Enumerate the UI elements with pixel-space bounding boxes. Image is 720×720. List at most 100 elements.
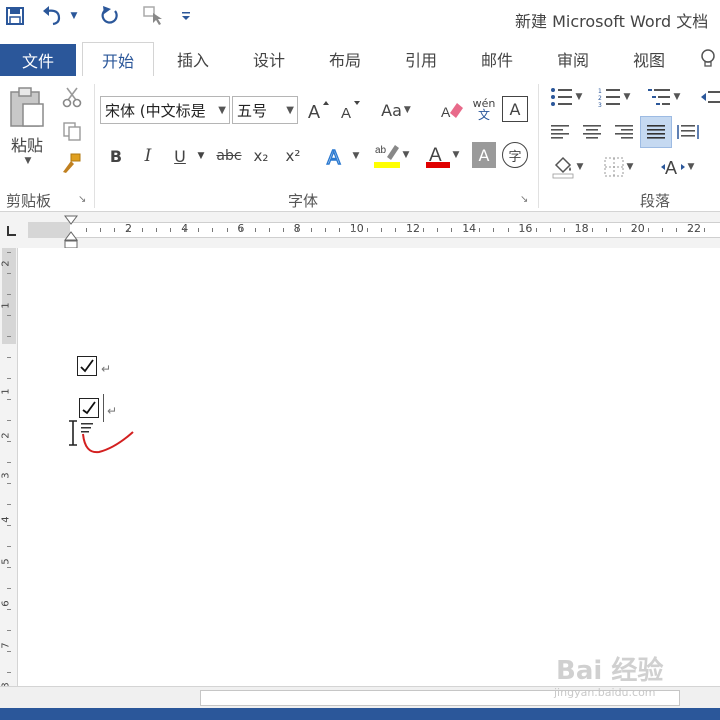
tab-review[interactable]: 审阅 — [542, 42, 604, 76]
tab-mailings[interactable]: 邮件 — [466, 42, 528, 76]
annotation-checkmark-icon — [82, 431, 134, 454]
checkbox-2[interactable] — [79, 398, 99, 418]
customize-quick-access-button[interactable] — [176, 2, 196, 30]
ruler-tick — [282, 228, 284, 232]
font-name-combo[interactable]: 宋体 (中文标是 ▼ — [100, 96, 230, 124]
numbering-button[interactable]: 1 2 3 ▼ — [594, 84, 634, 110]
character-border-button[interactable]: A — [502, 96, 528, 122]
checkbox-1[interactable] — [77, 356, 97, 376]
align-left-icon — [551, 125, 569, 139]
font-color-button[interactable]: A ▼ — [420, 140, 464, 170]
tab-selector[interactable] — [2, 222, 20, 240]
highlight-button[interactable]: ab ▼ — [368, 140, 414, 170]
align-center-button[interactable] — [578, 118, 606, 146]
distributed-icon — [677, 125, 699, 139]
touch-mode-button[interactable] — [138, 2, 168, 30]
grow-font-button[interactable]: A — [304, 96, 332, 124]
shading-button[interactable]: ▼ — [546, 152, 588, 182]
character-shading-button[interactable]: A — [472, 142, 496, 168]
italic-button[interactable]: I — [136, 142, 160, 170]
align-right-icon — [615, 125, 633, 139]
undo-button[interactable] — [38, 2, 68, 30]
text-effects-icon: A — [326, 146, 341, 168]
borders-button[interactable]: ▼ — [596, 152, 640, 182]
decrease-indent-button[interactable] — [700, 84, 720, 110]
tab-references[interactable]: 引用 — [390, 42, 452, 76]
clear-formatting-button[interactable]: A — [438, 96, 466, 124]
ruler-tick — [128, 228, 130, 232]
paste-label: 粘贴 — [10, 136, 43, 155]
copy-button[interactable] — [58, 118, 86, 144]
vruler-tick — [7, 609, 11, 610]
ruler-tick — [310, 228, 312, 232]
svg-text:A: A — [341, 105, 351, 121]
indent-marker-icon — [64, 215, 78, 249]
text-cursor — [103, 394, 104, 422]
subscript-button[interactable]: x₂ — [248, 142, 274, 170]
format-painter-button[interactable] — [58, 150, 86, 176]
vruler-tick — [7, 525, 11, 526]
justify-button[interactable] — [640, 116, 672, 148]
font-size-combo[interactable]: 五号 ▼ — [232, 96, 298, 124]
tab-home[interactable]: 开始 — [82, 42, 154, 76]
ribbon: 粘贴 ▼ 剪贴板 ↘ 宋体 (中文标是 ▼ 五号 ▼ A A Aa ▼ A wé… — [0, 76, 720, 212]
distributed-button[interactable] — [674, 118, 702, 146]
align-left-button[interactable] — [546, 118, 574, 146]
horizontal-ruler[interactable]: 246810121416182022 — [0, 212, 720, 250]
svg-text:1: 1 — [598, 88, 602, 95]
ruler-tick — [170, 228, 172, 232]
multilevel-list-icon — [647, 89, 670, 105]
underline-dropdown[interactable]: ▼ — [194, 142, 208, 170]
tell-me-button[interactable] — [696, 42, 720, 76]
enclose-characters-button[interactable]: 字 — [502, 142, 528, 168]
superscript-button[interactable]: x² — [280, 142, 306, 170]
chevron-down-icon: ▼ — [402, 150, 410, 160]
paste-button[interactable]: 粘贴 ▼ — [4, 86, 50, 166]
tab-insert[interactable]: 插入 — [162, 42, 224, 76]
cut-button[interactable] — [58, 84, 86, 110]
tab-layout[interactable]: 布局 — [314, 42, 376, 76]
vruler-tick — [7, 399, 11, 400]
tab-file[interactable]: 文件 — [0, 44, 76, 76]
vruler-tick — [7, 273, 11, 274]
vruler-tick — [7, 483, 11, 484]
asian-layout-button[interactable]: A ▼ — [656, 152, 698, 182]
grow-font-icon: A — [308, 101, 329, 121]
change-case-button[interactable]: Aa ▼ — [374, 96, 418, 124]
ruler-tick — [226, 228, 228, 232]
borders-icon — [604, 157, 624, 177]
bullets-icon — [550, 88, 572, 106]
undo-icon — [43, 6, 61, 26]
font-launcher-icon[interactable]: ↘ — [520, 194, 528, 205]
ruler-tick — [296, 228, 298, 232]
ruler-tick — [409, 228, 411, 232]
save-button[interactable] — [2, 2, 28, 30]
checkmark-icon — [82, 401, 96, 415]
document-page[interactable]: ↵ ↵ — [19, 248, 720, 686]
paint-bucket-icon — [552, 156, 573, 179]
text-effects-button[interactable]: A ▼ — [322, 142, 362, 170]
multilevel-list-button[interactable]: ▼ — [644, 84, 684, 110]
ruler-number: 12 — [406, 222, 420, 235]
ruler-tick — [198, 228, 200, 232]
clipboard-launcher-icon[interactable]: ↘ — [78, 194, 86, 205]
tab-view[interactable]: 视图 — [618, 42, 680, 76]
align-right-button[interactable] — [610, 118, 638, 146]
eraser-icon: A — [441, 103, 463, 120]
indent-marker[interactable] — [64, 214, 78, 250]
phonetic-guide-button[interactable]: wén 文 — [470, 94, 498, 124]
shrink-font-button[interactable]: A — [336, 96, 364, 124]
clipboard-group-label: 剪贴板 — [6, 192, 52, 210]
strikethrough-button[interactable]: abc — [214, 142, 244, 170]
vertical-ruler[interactable]: 2112345678 — [0, 248, 18, 689]
paragraph-mark-icon: ↵ — [107, 404, 118, 418]
chevron-down-icon: ▼ — [218, 105, 226, 116]
bold-button[interactable]: B — [104, 142, 128, 170]
redo-button[interactable] — [96, 2, 124, 30]
undo-dropdown[interactable]: ▼ — [68, 2, 80, 30]
vruler-tick — [7, 651, 11, 652]
underline-button[interactable]: U — [168, 142, 192, 170]
ruler-tick — [142, 228, 144, 232]
tab-design[interactable]: 设计 — [238, 42, 300, 76]
bullets-button[interactable]: ▼ — [546, 84, 586, 110]
